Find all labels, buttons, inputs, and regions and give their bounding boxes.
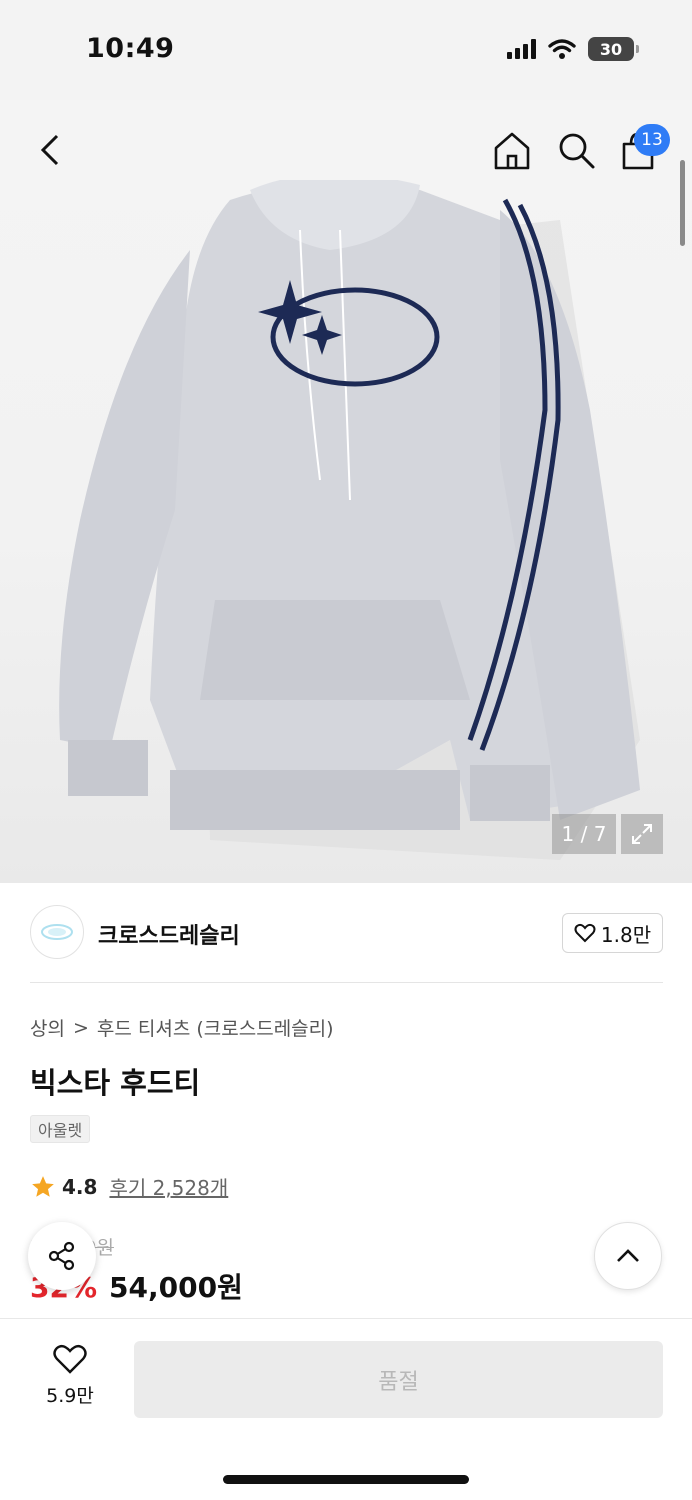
product-gallery[interactable]: 13 1 / 7 [0,100,692,883]
home-indicator [223,1475,469,1484]
brand-row[interactable]: 크로스드레슬리 1.8만 [0,883,692,983]
brand-like-count: 1.8만 [600,922,652,947]
cart-count-badge: 13 [634,124,670,156]
wish-count: 5.9만 [46,1385,94,1407]
status-time: 10:49 [86,33,175,64]
home-icon[interactable] [490,128,534,172]
heart-icon [574,923,596,943]
outlet-badge: 아울렛 [30,1115,91,1143]
brand-logo[interactable] [30,905,84,959]
scroll-top-button[interactable] [594,1222,662,1290]
status-icons: 30 [507,37,639,61]
breadcrumb: 상의 > 후드 티셔츠 (크로스드레슬리) [30,1014,334,1041]
battery-icon: 30 [588,37,639,61]
star-icon [32,1175,54,1197]
rating-row: 4.8 후기 2,528개 [30,1172,228,1201]
breadcrumb-category[interactable]: 상의 [30,1014,65,1041]
chevron-up-icon [617,1249,639,1262]
product-title: 빅스타 후드티 [30,1066,201,1100]
brand-logo-icon [41,924,73,940]
breadcrumb-subcategory[interactable]: 후드 티셔츠 (크로스드레슬리) [97,1014,334,1041]
sale-price: 54,000원 [109,1271,243,1304]
status-bar: 10:49 30 [0,0,692,100]
brand-like-button[interactable]: 1.8만 [562,913,663,953]
heart-icon [53,1344,87,1374]
scrollbar[interactable] [680,160,685,246]
search-icon[interactable] [554,128,598,172]
review-link[interactable]: 후기 2,528개 [109,1172,228,1201]
soldout-button[interactable]: 품절 [134,1341,663,1418]
share-icon [48,1241,75,1271]
bottom-action-bar: 5.9만 품절 [0,1318,692,1500]
product-image [59,180,640,860]
back-icon[interactable] [30,128,70,172]
wifi-icon [548,39,576,59]
wish-button[interactable]: 5.9만 [30,1343,110,1413]
cellular-signal-icon [507,39,536,59]
breadcrumb-separator: > [72,1016,89,1039]
expand-icon [632,824,652,844]
brand-name[interactable]: 크로스드레슬리 [98,918,240,950]
rating-score: 4.8 [62,1174,98,1199]
gallery-page-indicator: 1 / 7 [552,814,616,854]
divider [30,982,663,983]
share-button[interactable] [28,1222,96,1290]
expand-button[interactable] [621,814,663,854]
